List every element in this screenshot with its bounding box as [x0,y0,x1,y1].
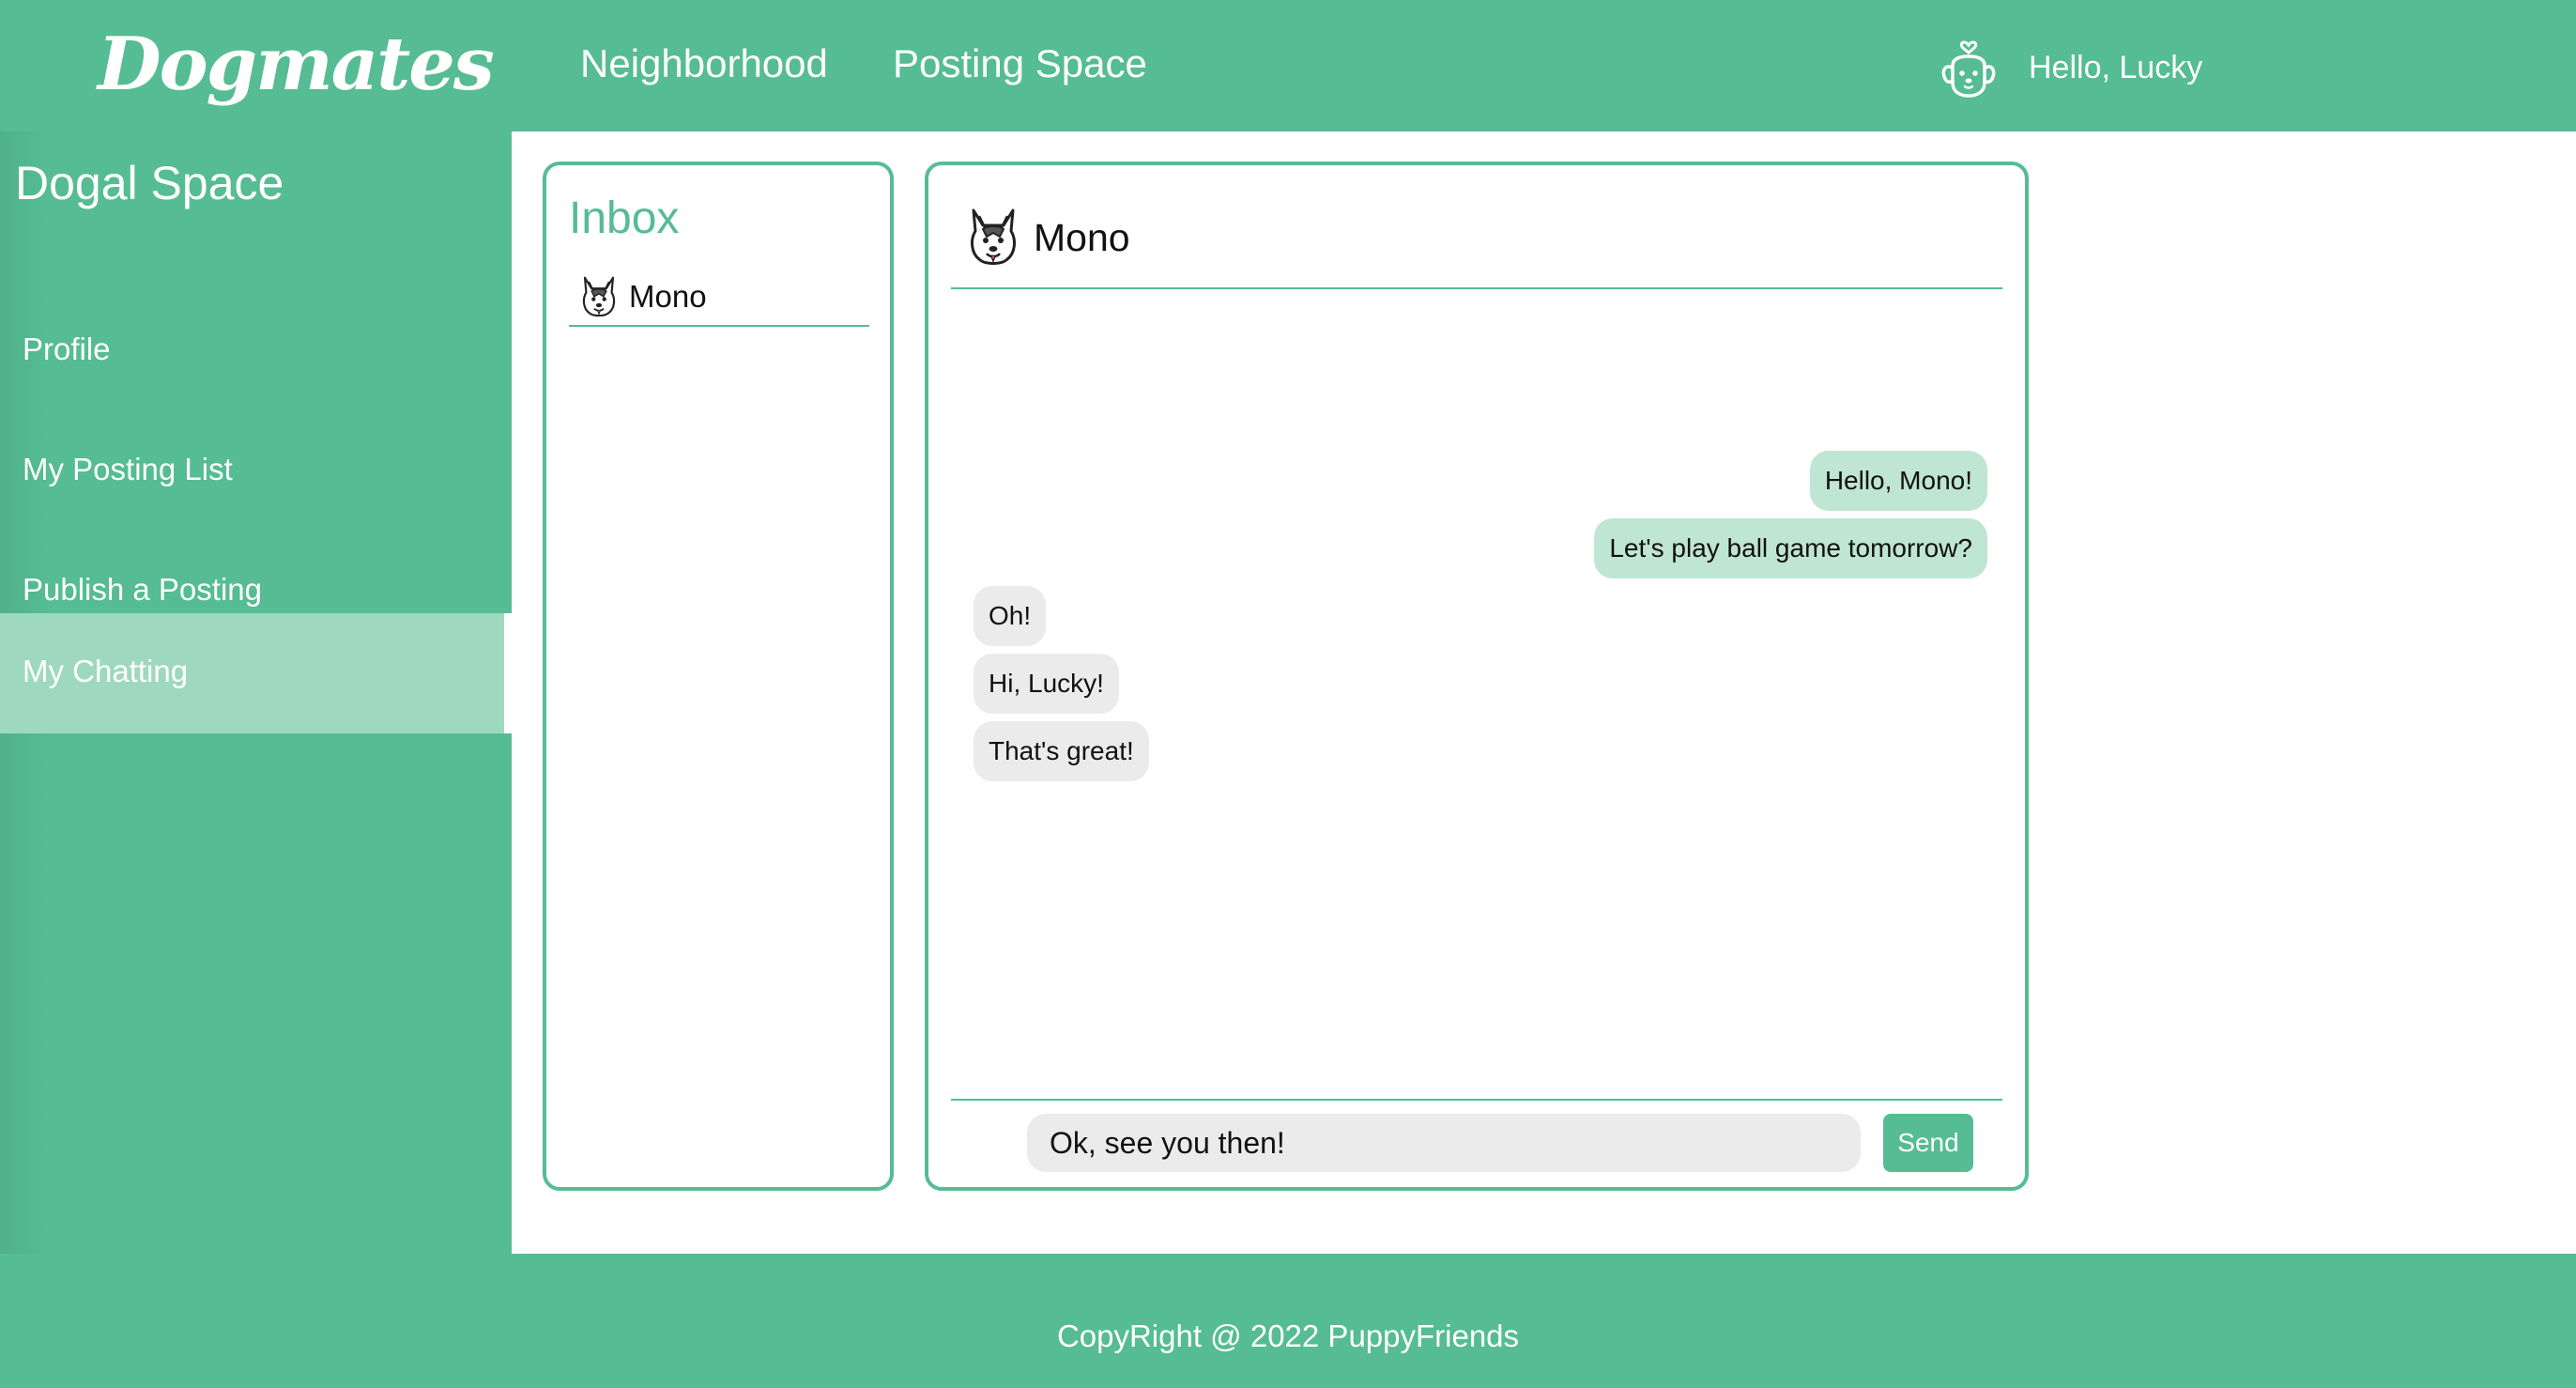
top-header: Dogmates Neighborhood Posting Space Hell… [0,0,2576,131]
sidebar-item-label: Publish a Posting [23,572,262,607]
logo[interactable]: Dogmates [98,13,495,116]
sidebar-item-label: My Chatting [23,654,189,688]
footer: CopyRight @ 2022 PuppyFriends [0,1254,2576,1388]
message-bubble-received: Oh! [974,586,1047,646]
message-bubble-received: Hi, Lucky! [974,654,1119,714]
sidebar-title: Dogal Space [15,157,284,209]
nav-neighborhood-link[interactable]: Neighborhood [580,34,828,94]
copyright-text: CopyRight @ 2022 PuppyFriends [0,1316,2576,1357]
message-bubble-sent: Let's play ball game tomorrow? [1594,518,1987,578]
husky-icon [971,208,1016,265]
husky-icon [582,276,616,317]
inbox-contact-name: Mono [629,279,707,314]
message-bubble-sent: Hello, Mono! [1809,451,1987,511]
sidebar-item-label: My Posting List [23,452,233,486]
message-input[interactable] [1027,1114,1861,1172]
sidebar-item-my-chatting[interactable]: My Chatting [0,613,512,733]
inbox-contact-item[interactable]: Mono [569,269,869,327]
inbox-title: Inbox [569,193,680,243]
user-greeting: Hello, Lucky [2029,50,2203,85]
chat-panel: Mono Hello, Mono! Let's play ball game t… [925,162,2029,1191]
chat-header: Mono [951,203,2002,289]
inbox-panel: Inbox Mono [543,162,894,1191]
dog-face-icon[interactable] [1938,32,2000,100]
sidebar: Dogal Space Profile My Posting List Publ… [0,131,512,1254]
sidebar-item-label: Profile [23,332,111,366]
message-bubble-received: That's great! [974,721,1149,781]
send-button[interactable]: Send [1883,1114,1973,1172]
chat-divider [951,1099,2002,1101]
sidebar-item-my-posting-list[interactable]: My Posting List [0,411,512,532]
sidebar-item-profile[interactable]: Profile [0,291,512,411]
nav-posting-space-link[interactable]: Posting Space [893,34,1147,94]
chat-contact-name: Mono [1034,216,1130,259]
copyright-label: CopyRight @ 2022 PuppyFriends [1056,1319,1520,1353]
